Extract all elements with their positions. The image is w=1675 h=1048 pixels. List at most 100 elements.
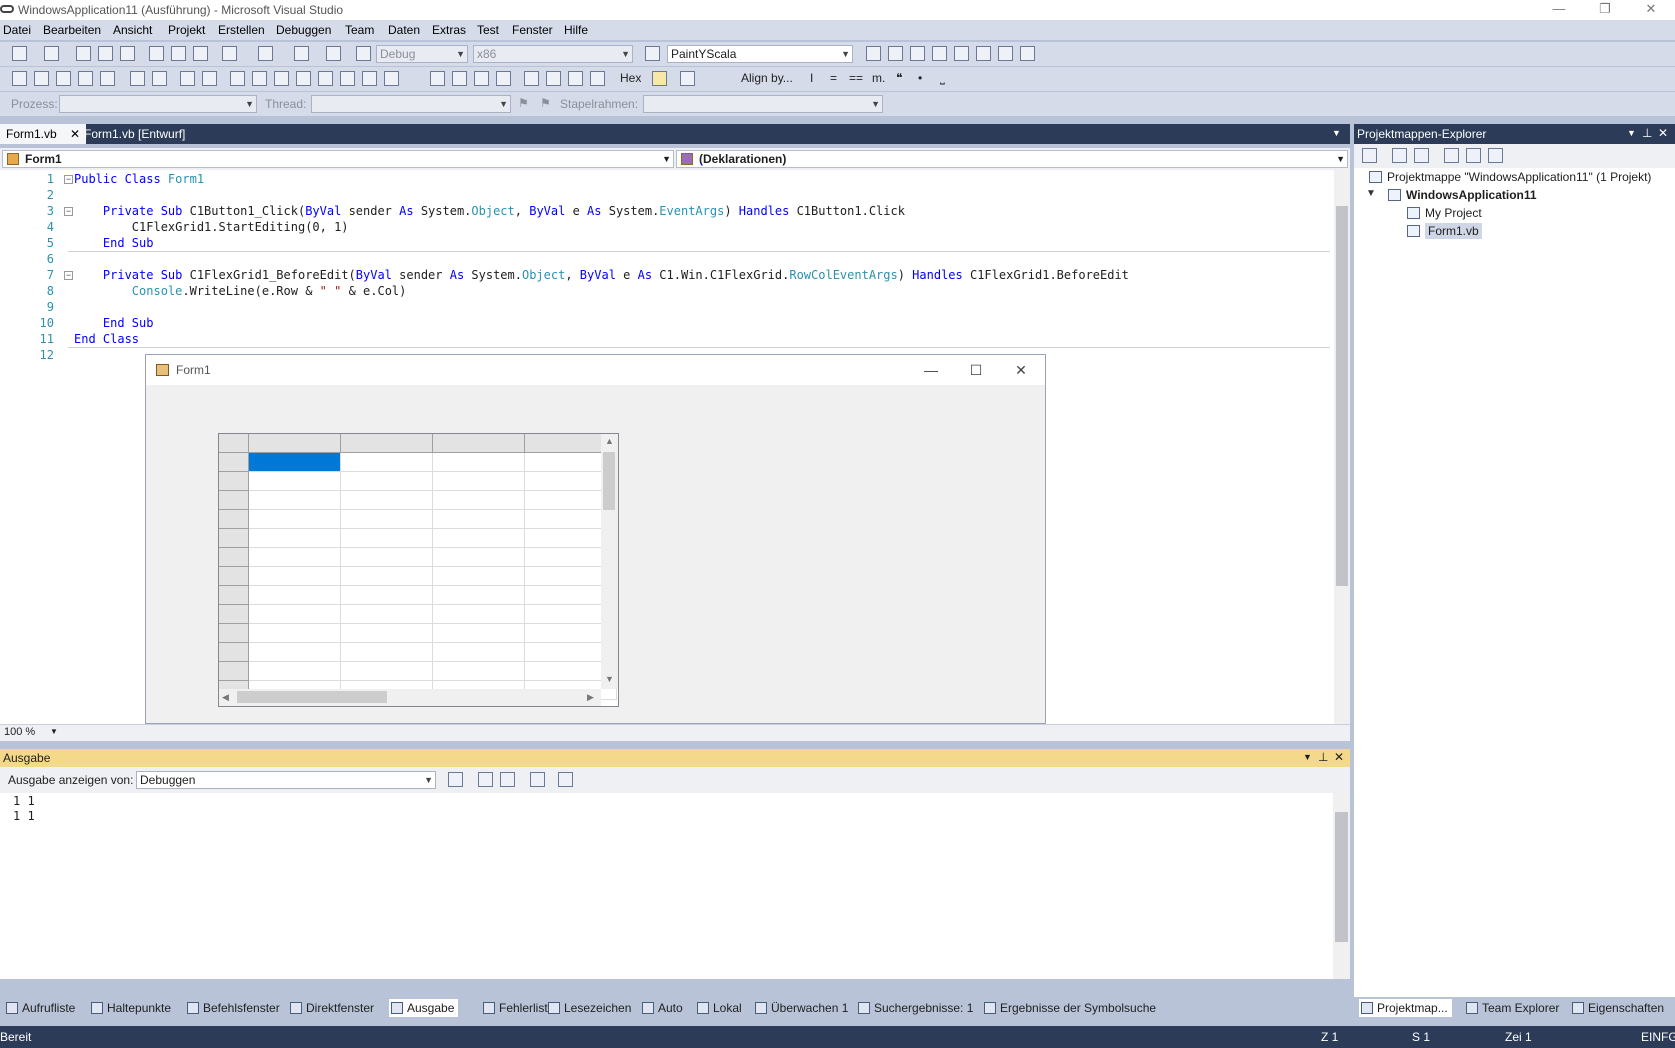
filter-flag-icon[interactable]: ⚑ xyxy=(540,96,551,110)
bookmark-prev-icon[interactable] xyxy=(252,71,267,86)
scroll-right-icon[interactable]: ▶ xyxy=(587,692,594,703)
grid-vscroll-thumb[interactable] xyxy=(603,452,615,510)
undo-icon[interactable] xyxy=(222,46,237,61)
step-into-icon[interactable] xyxy=(546,71,561,86)
collapse-region-icon[interactable]: − xyxy=(64,175,73,184)
member-icon[interactable]: m. xyxy=(872,71,885,85)
form-maximize-button[interactable]: ☐ xyxy=(956,359,996,381)
member-select[interactable]: (Deklarationen) ▼ xyxy=(676,150,1348,168)
stop-icon[interactable] xyxy=(474,71,489,86)
tree-project[interactable]: WindowsApplication11 xyxy=(1388,188,1537,202)
step-out-icon[interactable] xyxy=(590,71,605,86)
close-icon[interactable]: ✕ xyxy=(1334,750,1344,764)
server-explorer-icon[interactable] xyxy=(998,46,1013,61)
show-all-files-icon[interactable] xyxy=(1392,148,1407,163)
grid-cell[interactable] xyxy=(249,643,341,662)
scroll-left-icon[interactable]: ◀ xyxy=(222,692,229,703)
grid-cell[interactable] xyxy=(433,529,525,548)
tab-ausgabe[interactable]: Ausgabe xyxy=(389,999,459,1017)
menu-datei[interactable]: Datei xyxy=(3,23,31,37)
grid-header-cell[interactable] xyxy=(219,548,249,567)
space-icon[interactable]: ⎵ xyxy=(940,71,945,86)
process-select[interactable]: ▼ xyxy=(59,95,257,113)
tab-right-0[interactable]: Projektmap... xyxy=(1359,999,1452,1017)
filter-thread-icon[interactable]: ⚑ xyxy=(518,96,529,110)
grid-cell[interactable] xyxy=(433,472,525,491)
grid-header-cell[interactable] xyxy=(433,434,525,453)
grid-header-cell[interactable] xyxy=(219,472,249,491)
grid-header-cell[interactable] xyxy=(219,434,249,453)
new-project-icon[interactable] xyxy=(12,46,27,61)
tree-item-my-project[interactable]: My Project xyxy=(1407,206,1482,220)
grid-header-cell[interactable] xyxy=(219,605,249,624)
grid-cell[interactable] xyxy=(249,491,341,510)
font-size-icon[interactable] xyxy=(78,71,93,86)
redo-icon[interactable] xyxy=(258,46,273,61)
grid-cell[interactable] xyxy=(433,453,525,472)
scroll-up-icon[interactable]: ▲ xyxy=(605,436,614,446)
extension-icon[interactable] xyxy=(976,46,991,61)
grid-header-cell[interactable] xyxy=(341,434,433,453)
grid-cell[interactable] xyxy=(341,643,433,662)
grid-header-cell[interactable] xyxy=(219,453,249,472)
quote-icon[interactable]: ❝ xyxy=(896,71,902,85)
grid-header-cell[interactable] xyxy=(219,510,249,529)
grid-cell[interactable] xyxy=(433,548,525,567)
chevron-down-icon[interactable]: ▼ xyxy=(1627,128,1636,138)
tab-form1-designer[interactable]: Form1.vb [Entwurf] xyxy=(78,124,191,144)
stack-frame-select[interactable]: ▼ xyxy=(643,95,883,113)
menu-hilfe[interactable]: Hilfe xyxy=(564,23,588,37)
tab-lokal[interactable]: Lokal xyxy=(695,999,742,1017)
cut-icon[interactable] xyxy=(149,46,164,61)
hex-toggle[interactable]: Hex xyxy=(620,71,641,85)
close-icon[interactable]: ✕ xyxy=(1658,126,1668,140)
grid-cell[interactable] xyxy=(341,605,433,624)
chevron-down-icon[interactable]: ▼ xyxy=(50,727,58,736)
menu-test[interactable]: Test xyxy=(477,23,499,37)
grid-header-cell[interactable] xyxy=(219,662,249,681)
grid-header-cell[interactable] xyxy=(219,586,249,605)
grid-cell[interactable] xyxy=(433,567,525,586)
tab-aufrufliste[interactable]: Aufrufliste xyxy=(4,999,75,1017)
next-message-icon[interactable] xyxy=(500,772,515,787)
menu-daten[interactable]: Daten xyxy=(388,23,420,37)
breakpoint-window-icon[interactable] xyxy=(680,71,695,86)
restart-icon[interactable] xyxy=(496,71,511,86)
tab-haltepunkte[interactable]: Haltepunkte xyxy=(89,999,171,1017)
close-button[interactable]: ✕ xyxy=(1628,0,1674,20)
grid-cell[interactable] xyxy=(249,510,341,529)
copy-icon[interactable] xyxy=(171,46,186,61)
previous-message-icon[interactable] xyxy=(478,772,493,787)
view-designer-icon[interactable] xyxy=(1466,148,1481,163)
refresh-icon[interactable] xyxy=(1414,148,1429,163)
grid-cell[interactable] xyxy=(249,453,341,472)
tab-befehlsfenster[interactable]: Befehlsfenster xyxy=(185,999,280,1017)
grid-cell[interactable] xyxy=(249,472,341,491)
output-source-select[interactable]: Debuggen ▼ xyxy=(136,771,436,789)
menu-debuggen[interactable]: Debuggen xyxy=(276,23,331,37)
grid-cell[interactable] xyxy=(433,643,525,662)
grid-cell[interactable] xyxy=(433,510,525,529)
grid-cell[interactable] xyxy=(249,567,341,586)
save-all-icon[interactable] xyxy=(120,46,135,61)
grid-cell[interactable] xyxy=(249,548,341,567)
continue-icon[interactable] xyxy=(430,71,445,86)
object-browser-icon[interactable] xyxy=(910,46,925,61)
step-over-icon[interactable] xyxy=(568,71,583,86)
outdent-icon[interactable] xyxy=(152,71,167,86)
grid-cell[interactable] xyxy=(433,491,525,510)
bookmark-clear-icon[interactable] xyxy=(362,71,377,86)
tab-lesezeichen[interactable]: Lesezeichen xyxy=(546,999,631,1017)
pause-icon[interactable] xyxy=(452,71,467,86)
grid-hscroll-thumb[interactable] xyxy=(237,691,387,703)
clear-bookmarks-icon[interactable] xyxy=(384,71,399,86)
find-message-icon[interactable] xyxy=(448,772,463,787)
minimize-button[interactable]: — xyxy=(1536,0,1582,20)
grid-cell[interactable] xyxy=(341,586,433,605)
thread-select[interactable]: ▼ xyxy=(311,95,511,113)
grid-cell[interactable] xyxy=(433,586,525,605)
dot-icon[interactable]: • xyxy=(918,71,922,85)
form-minimize-button[interactable]: — xyxy=(911,359,951,381)
bookmark-doc-icon[interactable] xyxy=(318,71,333,86)
grid-cell[interactable] xyxy=(341,491,433,510)
